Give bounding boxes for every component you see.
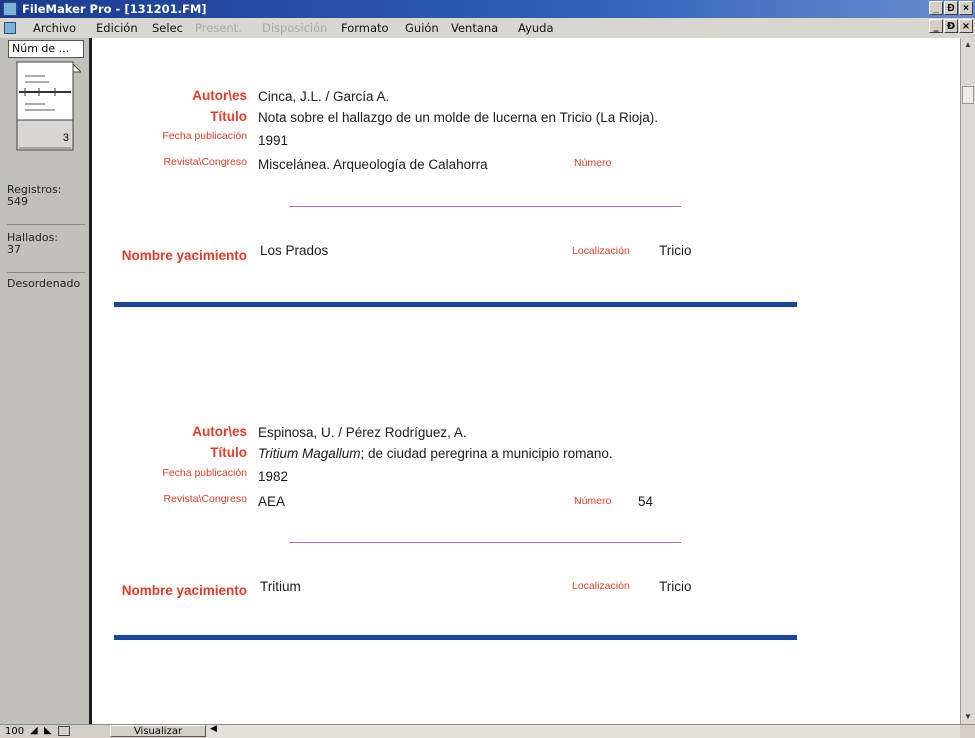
divider-line [289,542,681,543]
revista-label: Revista\Congreso [163,493,247,505]
horizontal-scrollbar[interactable]: ◀ [206,724,960,738]
zoom-in-icon[interactable]: ◣ [44,725,52,736]
zoom-level[interactable]: 100 [5,726,24,737]
sidebar-divider [7,272,85,273]
revista-field[interactable]: AEA [258,494,285,509]
numero-label: Número [574,157,612,169]
fecha-field[interactable]: 1991 [258,133,288,148]
menu-bar: Archivo Edición Selec Present. Disposici… [0,18,975,38]
filemaker-app-icon[interactable] [3,2,17,16]
registros-count: 549 [7,195,28,208]
layout-select[interactable]: Núm de ... [8,40,84,58]
titulo-text: ; de ciudad peregrina a municipio romano… [360,446,613,461]
restore-button[interactable]: Ɖ [944,1,958,15]
fecha-label: Fecha publicación [162,467,247,479]
titulo-label: Título [210,109,247,124]
menu-present[interactable]: Present. [195,21,242,35]
sort-status: Desordenado [7,278,81,290]
mode-button[interactable]: Visualizar [110,725,206,737]
localizacion-field[interactable]: Tricio [659,579,692,594]
localizacion-label: Localización [572,245,630,257]
record-number[interactable]: 3 [63,132,69,144]
sidebar-divider [7,224,85,225]
numero-label: Número [574,495,612,507]
window-title: FileMaker Pro - [131201.FM] [22,2,207,16]
titulo-label: Título [210,445,247,460]
fecha-label: Fecha publicación [162,130,247,142]
record-separator [114,635,797,640]
fecha-field[interactable]: 1982 [258,469,288,484]
menu-ayuda[interactable]: Ayuda [518,21,554,35]
doc-minimize-button[interactable]: _ [929,19,943,33]
doc-restore-button[interactable]: Ɖ [944,19,958,33]
titulo-field[interactable]: Nota sobre el hallazgo de un molde de lu… [258,110,658,125]
menu-guion[interactable]: Guión [405,21,439,35]
yacimiento-field[interactable]: Los Prados [260,243,328,258]
titulo-field[interactable]: Tritium Magallum; de ciudad peregrina a … [258,446,613,461]
doc-close-button[interactable]: × [959,19,973,33]
autores-field[interactable]: Espinosa, U. / Pérez Rodríguez, A. [258,425,467,440]
menu-formato[interactable]: Formato [341,21,389,35]
status-bar: 100 ◢ ◣ Visualizar ◀ [0,724,975,738]
revista-field[interactable]: Miscelánea. Arqueología de Calahorra [258,157,488,172]
yacimiento-label: Nombre yacimiento [121,248,247,263]
autores-label: Autor\es [192,88,247,103]
localizacion-label: Localización [572,580,630,592]
numero-field[interactable]: 54 [638,494,653,509]
vertical-scrollbar[interactable]: ▲ ▼ [960,38,975,724]
hallados-count: 37 [7,243,21,256]
yacimiento-field[interactable]: Tritium [260,579,301,594]
document-icon[interactable] [4,22,16,34]
scroll-thumb[interactable] [962,86,974,104]
autores-label: Autor\es [192,424,247,439]
divider-line [289,206,681,207]
menu-disposicion[interactable]: Disposición [262,21,327,35]
title-bar: FileMaker Pro - [131201.FM] _ Ɖ × [0,0,975,18]
localizacion-field[interactable]: Tricio [659,243,692,258]
scroll-down-icon[interactable]: ▼ [961,710,975,724]
menu-archivo[interactable]: Archivo [33,21,76,35]
record-area: Autor\es Cinca, J.L. / García A. Título … [92,38,960,724]
zoom-out-icon[interactable]: ◢ [30,725,38,736]
titulo-text: Nota sobre el hallazgo de un molde de lu… [258,110,658,125]
scroll-left-icon[interactable]: ◀ [210,724,217,734]
record-book-icon[interactable]: 3 [15,60,83,154]
minimize-button[interactable]: _ [929,1,943,15]
record-separator [114,302,797,307]
close-button[interactable]: × [959,1,973,15]
status-area-toggle-icon[interactable] [58,726,70,736]
yacimiento-label: Nombre yacimiento [121,583,247,598]
status-area: Núm de ... 3 Registros: 549 Hallados: 37… [0,38,92,724]
revista-label: Revista\Congreso [163,156,247,168]
menu-selec[interactable]: Selec [152,21,183,35]
autores-field[interactable]: Cinca, J.L. / García A. [258,89,389,104]
scroll-up-icon[interactable]: ▲ [961,38,975,52]
menu-ventana[interactable]: Ventana [451,21,498,35]
titulo-italic-part: Tritium Magallum [258,446,361,461]
menu-edicion[interactable]: Edición [96,21,138,35]
